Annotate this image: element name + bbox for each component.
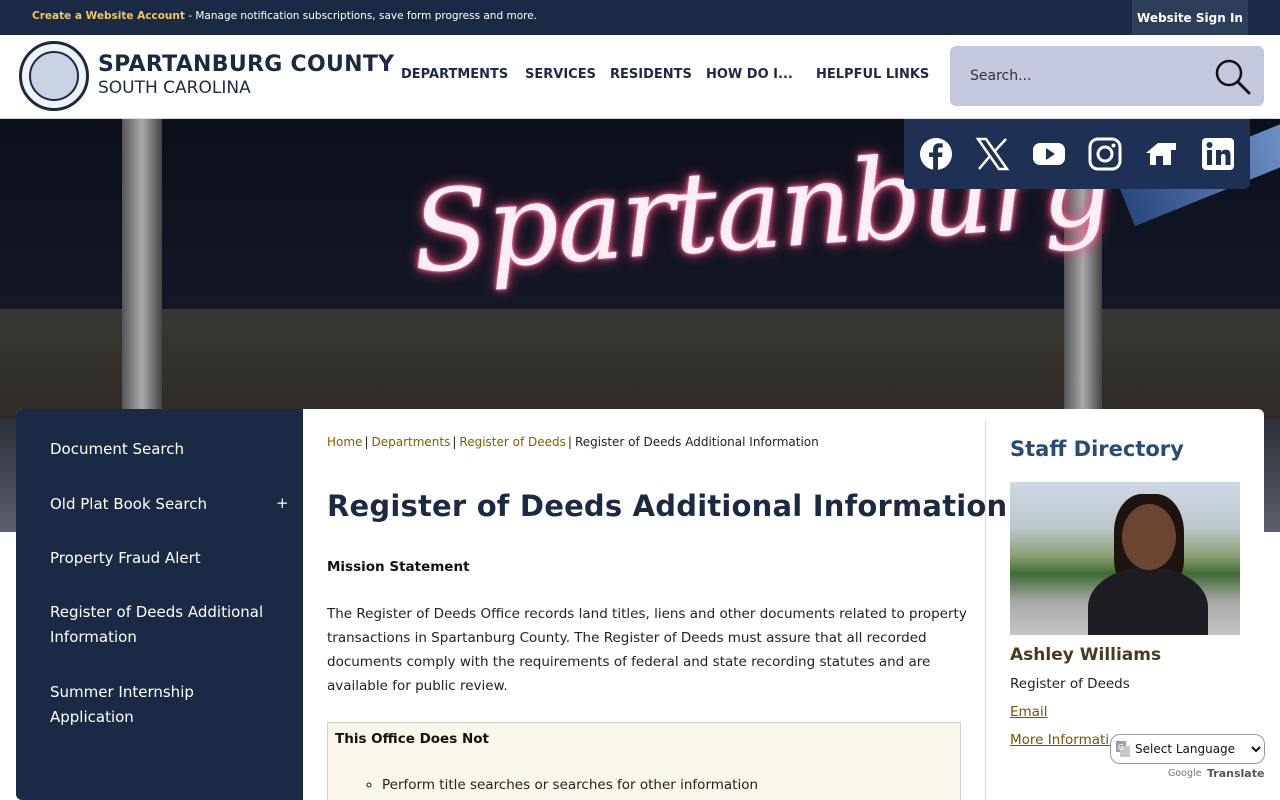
translate-label[interactable]: Translate: [1207, 767, 1264, 780]
social-media-bar: [904, 119, 1250, 189]
google-translate-icon: G: [1116, 741, 1130, 757]
sidebar-nav: Document Search Old Plat Book Search + P…: [16, 409, 303, 800]
select-language-dropdown[interactable]: Select Language: [1110, 734, 1265, 764]
breadcrumb-departments[interactable]: Departments: [371, 435, 450, 449]
sidebar-expand-button[interactable]: +: [276, 494, 289, 512]
account-promo: Create a Website Account - Manage notifi…: [32, 10, 537, 22]
linkedin-icon[interactable]: [1200, 136, 1236, 172]
mission-heading: Mission Statement: [327, 559, 470, 575]
youtube-icon[interactable]: [1031, 136, 1067, 172]
nav-departments[interactable]: DEPARTMENTS: [401, 67, 508, 82]
office-does-not-heading: This Office Does Not: [335, 731, 489, 747]
breadcrumb-current: Register of Deeds Additional Information: [574, 435, 819, 449]
nav-how-do-i[interactable]: HOW DO I...: [706, 67, 793, 82]
logo-subtitle[interactable]: SOUTH CAROLINA: [98, 78, 251, 98]
google-translate-widget: Select Language G Google Translate: [1110, 733, 1266, 795]
page-title: Register of Deeds Additional Information: [327, 489, 1008, 523]
staff-directory-heading: Staff Directory: [1010, 437, 1184, 461]
facebook-icon[interactable]: [918, 136, 954, 172]
site-header: SPARTANBURG COUNTY SOUTH CAROLINA DEPART…: [0, 35, 1280, 119]
logo-title[interactable]: SPARTANBURG COUNTY: [98, 52, 394, 77]
county-seal-logo[interactable]: [19, 41, 89, 111]
staff-name: Ashley Williams: [1010, 645, 1162, 665]
nav-services[interactable]: SERVICES: [525, 67, 596, 82]
top-bar: Create a Website Account - Manage notifi…: [0, 0, 1280, 35]
sidebar-item-register-additional-info[interactable]: Register of Deeds Additional Information: [50, 600, 270, 650]
sidebar-item-property-fraud-alert[interactable]: Property Fraud Alert: [50, 546, 270, 571]
breadcrumb-register-of-deeds[interactable]: Register of Deeds: [459, 435, 565, 449]
staff-more-info-link[interactable]: More Information: [1010, 732, 1126, 748]
instagram-icon[interactable]: [1087, 136, 1123, 172]
search-icon[interactable]: [1214, 58, 1252, 96]
sidebar-item-document-search[interactable]: Document Search: [50, 437, 270, 462]
nav-helpful-links[interactable]: HELPFUL LINKS: [816, 67, 929, 82]
x-icon[interactable]: [974, 136, 1010, 172]
content-card: Document Search Old Plat Book Search + P…: [16, 409, 1264, 800]
breadcrumb: Home | Departments | Register of Deeds | Regis…: [327, 435, 819, 449]
promo-text: - Manage notification subscriptions, sav…: [184, 10, 538, 22]
create-account-link[interactable]: Create a Website Account: [32, 10, 185, 22]
breadcrumb-home[interactable]: Home: [327, 435, 362, 449]
staff-role: Register of Deeds: [1010, 676, 1130, 692]
google-label: Google: [1168, 768, 1202, 779]
staff-photo: [1010, 482, 1240, 635]
search-box: [950, 46, 1264, 106]
website-sign-in-button[interactable]: Website Sign In: [1132, 0, 1248, 35]
mission-text: The Register of Deeds Office records lan…: [327, 606, 967, 694]
office-does-not-list: Perform title searches or searches for o…: [382, 777, 758, 793]
nav-residents[interactable]: RESIDENTS: [610, 67, 692, 82]
nextdoor-icon[interactable]: [1143, 136, 1179, 172]
svg-text:G: G: [1118, 743, 1124, 752]
sidebar-item-summer-internship[interactable]: Summer Internship Application: [50, 680, 270, 730]
office-does-not-box: This Office Does Not Perform title searc…: [327, 722, 961, 800]
search-input[interactable]: [970, 64, 1210, 88]
staff-email-link[interactable]: Email: [1010, 704, 1047, 720]
list-item: Perform title searches or searches for o…: [382, 777, 758, 793]
sidebar-item-old-plat-book-search[interactable]: Old Plat Book Search: [50, 492, 270, 517]
column-divider: [985, 421, 986, 800]
